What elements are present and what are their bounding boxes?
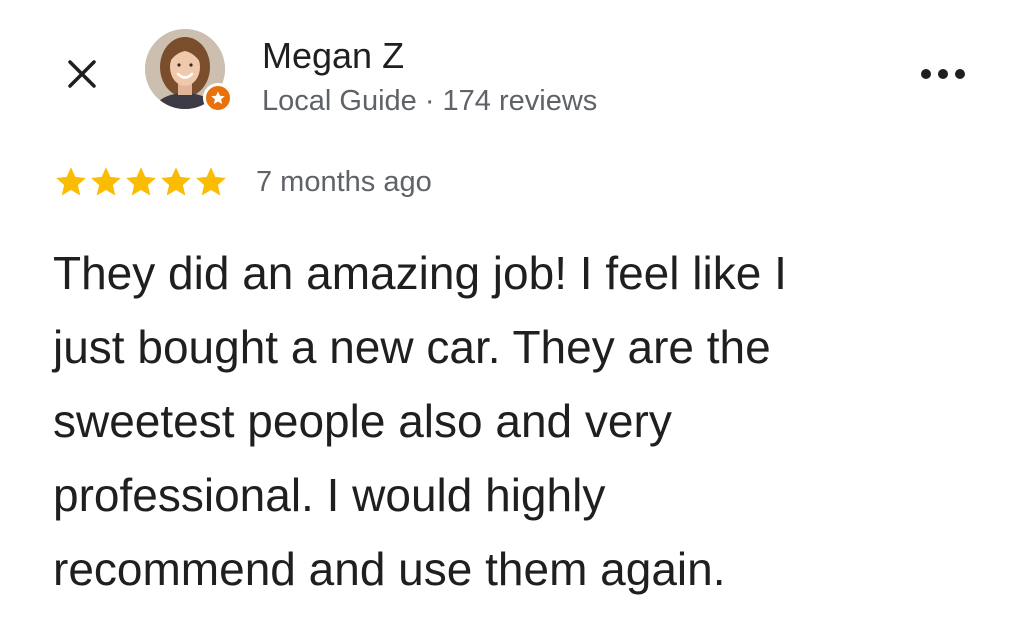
close-icon xyxy=(68,60,96,88)
review-text-line: recommend and use them again. xyxy=(53,543,726,595)
review-text-line: They did an amazing job! I feel like I xyxy=(53,247,787,299)
more-options-button[interactable] xyxy=(908,54,978,94)
local-guide-star-icon xyxy=(211,91,225,104)
close-button[interactable] xyxy=(58,50,106,98)
reviewer-avatar[interactable] xyxy=(145,29,233,113)
review-text-line: professional. I would highly xyxy=(53,469,606,521)
review-text-line: sweetest people also and very xyxy=(53,395,672,447)
more-options-icon xyxy=(921,69,965,79)
review-time: 7 months ago xyxy=(256,166,432,198)
star-icon xyxy=(161,167,191,196)
star-icon xyxy=(91,167,121,196)
star-rating xyxy=(53,164,228,200)
reviewer-meta[interactable]: Local Guide · 174 reviews xyxy=(262,84,597,118)
star-icon xyxy=(126,167,156,196)
star-icon xyxy=(196,167,226,196)
local-guide-badge xyxy=(203,83,233,113)
review-text-line: just bought a new car. They are the xyxy=(53,321,771,373)
star-icon xyxy=(56,167,86,196)
review-text: They did an amazing job! I feel like I ju… xyxy=(53,236,953,606)
reviewer-name[interactable]: Megan Z xyxy=(262,36,404,76)
review-card: Megan Z Local Guide · 174 reviews 7 mont… xyxy=(0,0,1024,636)
